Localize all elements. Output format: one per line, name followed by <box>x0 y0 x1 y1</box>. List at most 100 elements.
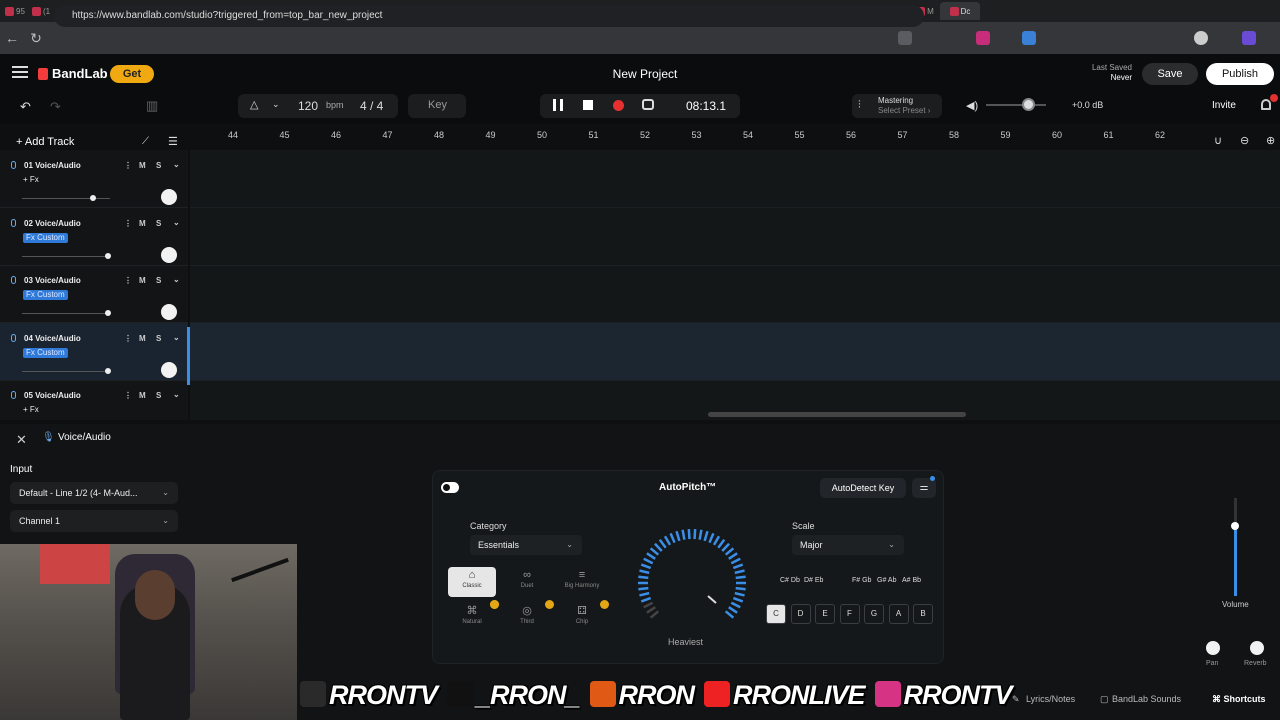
chevron-down-icon[interactable]: ⌄ <box>173 390 180 399</box>
key-button-f[interactable]: F <box>839 604 860 624</box>
redo-icon[interactable]: ↷ <box>50 99 61 115</box>
track-volume-fader[interactable] <box>22 198 110 199</box>
extension-icon[interactable] <box>1022 31 1036 45</box>
autodetect-key-button[interactable]: AutoDetect Key <box>820 478 906 498</box>
preset-big-harmony[interactable]: ≡ Big Harmony <box>558 567 606 597</box>
track-pan-knob[interactable] <box>161 246 177 263</box>
master-volume-thumb[interactable] <box>1022 98 1035 111</box>
back-icon[interactable]: ← <box>0 30 24 46</box>
key-button-e[interactable]: E <box>815 604 835 624</box>
pause-icon[interactable] <box>553 99 563 111</box>
mixer-icon[interactable]: ▥ <box>146 98 158 114</box>
key-button-a[interactable]: A <box>888 604 909 624</box>
track-fx-button[interactable]: + Fx <box>23 405 39 414</box>
track-fx-button[interactable]: Fx Custom <box>23 232 68 243</box>
master-volume-slider[interactable] <box>986 104 1046 106</box>
filter-icon[interactable]: ☰ <box>168 135 178 148</box>
mute-button[interactable]: M <box>139 391 146 400</box>
key-button-d[interactable]: D <box>790 604 811 624</box>
timeline-ruler[interactable] <box>190 128 1280 146</box>
sharp-key-button[interactable]: C# Db <box>780 577 800 584</box>
preset-classic[interactable]: ⌂ Classic <box>448 567 496 597</box>
more-options-icon[interactable]: ⋮ <box>124 391 132 400</box>
time-signature[interactable]: 4 / 4 <box>360 99 383 113</box>
input-device-select[interactable]: Default - Line 1/2 (4- M-Aud... ⌄ <box>10 482 178 504</box>
preset-third[interactable]: ◎ Third <box>503 603 551 633</box>
reverb-knob[interactable] <box>1250 641 1264 655</box>
zoom-in-icon[interactable]: ⊕ <box>1266 134 1275 147</box>
track-volume-thumb[interactable] <box>105 252 112 259</box>
invite-button[interactable]: Invite <box>1212 100 1236 111</box>
browser-tab[interactable]: (1 <box>30 2 52 20</box>
solo-button[interactable]: S <box>156 334 161 343</box>
loop-icon[interactable] <box>642 99 654 110</box>
track-name[interactable]: 05 Voice/Audio <box>24 391 81 400</box>
more-options-icon[interactable]: ⋮ <box>124 276 132 285</box>
reload-icon[interactable]: ↻ <box>24 30 48 47</box>
category-select[interactable]: Essentials ⌄ <box>470 535 582 555</box>
track-lane[interactable] <box>190 322 1280 381</box>
extension-icon[interactable] <box>976 31 990 45</box>
magnet-icon[interactable]: ∪ <box>1214 134 1222 147</box>
track-volume-fader[interactable] <box>22 313 110 314</box>
mute-button[interactable]: M <box>139 276 146 285</box>
preset-natural[interactable]: ⌘ Natural <box>448 603 496 633</box>
chevron-down-icon[interactable]: ⌄ <box>173 218 180 227</box>
metronome-icon[interactable]: △ <box>250 98 258 111</box>
zoom-out-icon[interactable]: ⊖ <box>1240 134 1249 147</box>
track-volume-thumb[interactable] <box>1231 522 1239 530</box>
track-lane[interactable] <box>190 265 1280 323</box>
track-pan-knob[interactable] <box>161 361 177 378</box>
sharp-key-button[interactable]: D# Eb <box>804 577 823 584</box>
track-name[interactable]: 03 Voice/Audio <box>24 276 81 285</box>
mastering-preset[interactable]: Select Preset › <box>878 106 930 115</box>
browser-tab[interactable]: Dc <box>940 2 980 20</box>
shortcuts-button[interactable]: ⌘ Shortcuts <box>1204 690 1276 708</box>
solo-button[interactable]: S <box>156 161 161 170</box>
chevron-down-icon[interactable]: ⌄ <box>173 333 180 342</box>
track-volume-fader[interactable] <box>22 370 110 372</box>
tempo-value[interactable]: 120 <box>298 99 318 113</box>
track-fx-button[interactable]: + Fx <box>23 175 39 184</box>
horizontal-scrollbar[interactable] <box>708 412 966 417</box>
stop-icon[interactable] <box>583 100 593 110</box>
key-button[interactable]: Key <box>428 99 447 111</box>
solo-button[interactable]: S <box>156 219 161 228</box>
chevron-down-icon[interactable]: ⌄ <box>272 99 280 110</box>
add-track-button[interactable]: + Add Track <box>16 136 74 148</box>
track-pan-knob[interactable] <box>161 189 177 205</box>
preset-chip[interactable]: ⚃ Chip <box>558 603 606 633</box>
key-button-c[interactable]: C <box>766 604 786 624</box>
key-button-g[interactable]: G <box>864 604 884 624</box>
lyrics-notes-link[interactable]: Lyrics/Notes <box>1026 694 1075 704</box>
sharp-key-button[interactable]: F# Gb <box>852 577 871 584</box>
track-lane[interactable] <box>190 150 1280 208</box>
extension-icon[interactable] <box>898 31 912 45</box>
get-membership-button[interactable]: Get <box>110 65 154 83</box>
tool-icon[interactable]: ⟋ <box>142 136 149 147</box>
project-title[interactable]: New Project <box>560 67 730 81</box>
close-icon[interactable]: ✕ <box>16 432 27 448</box>
autopitch-toggle[interactable] <box>441 482 459 493</box>
mute-button[interactable]: M <box>139 161 146 170</box>
url-bar[interactable]: https://www.bandlab.com/studio?triggered… <box>54 5 924 27</box>
track-volume-thumb[interactable] <box>105 367 112 374</box>
sharp-key-button[interactable]: A# Bb <box>902 577 921 584</box>
mute-button[interactable]: M <box>139 334 146 343</box>
more-options-icon[interactable]: ⋮ <box>124 219 132 228</box>
chat-extension-icon[interactable] <box>1242 31 1256 45</box>
preset-duet[interactable]: ∞ Duet <box>503 567 551 597</box>
track-name[interactable]: 02 Voice/Audio <box>24 219 81 228</box>
profile-avatar[interactable] <box>1194 31 1208 45</box>
track-fx-button[interactable]: Fx Custom <box>23 290 68 300</box>
track-lane[interactable] <box>190 208 1280 266</box>
track-volume-fader[interactable] <box>22 255 110 257</box>
track-name[interactable]: 04 Voice/Audio <box>24 334 81 343</box>
bell-icon[interactable] <box>1261 99 1271 110</box>
bandlab-sounds-link[interactable]: BandLab Sounds <box>1112 694 1181 704</box>
mute-button[interactable]: M <box>139 219 146 228</box>
scale-select[interactable]: Major ⌄ <box>792 535 904 555</box>
pan-knob[interactable] <box>1206 641 1220 655</box>
bandlab-logo[interactable]: BandLab <box>38 66 108 81</box>
track-name[interactable]: 01 Voice/Audio <box>24 161 81 170</box>
